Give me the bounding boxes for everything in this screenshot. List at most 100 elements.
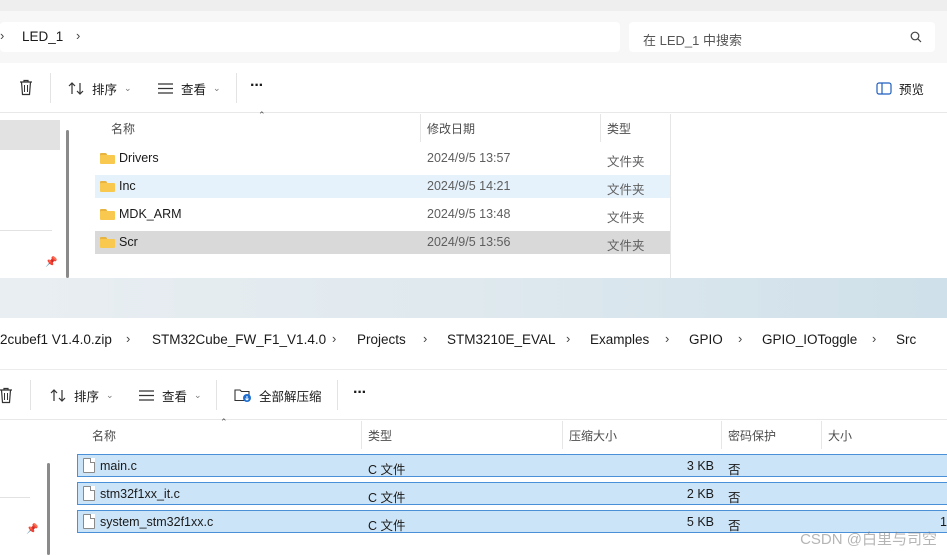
file-row-drivers[interactable]: Drivers 2024/9/5 13:57 文件夹 (95, 147, 670, 170)
file-type: 文件夹 (607, 239, 645, 253)
extract-icon (234, 389, 251, 402)
sort-button[interactable]: 排序 ⌄ (50, 382, 114, 408)
file-password-protected: 否 (728, 463, 741, 477)
file-name: Drivers (119, 151, 159, 165)
breadcrumb-led1[interactable]: LED_1 (22, 29, 63, 44)
address-bar: 2cubef1 V1.4.0.zip › STM32Cube_FW_F1_V1.… (0, 318, 947, 370)
toolbar-separator (216, 380, 217, 410)
breadcrumb-chevron-icon[interactable]: › (665, 331, 669, 346)
nav-scrollbar[interactable] (47, 463, 50, 555)
search-box[interactable]: 在 LED_1 中搜索 (629, 22, 935, 52)
file-name: Inc (119, 179, 136, 193)
sort-icon (50, 388, 66, 402)
column-header-name[interactable]: 名称 (92, 427, 116, 444)
column-header-name[interactable]: 名称 (111, 120, 135, 137)
breadcrumb-chevron-icon[interactable]: › (872, 331, 876, 346)
breadcrumb-chevron-icon[interactable]: › (332, 331, 336, 346)
nav-pane: 📌 (0, 114, 72, 278)
more-button[interactable]: ··· (250, 77, 264, 95)
pin-icon[interactable]: 📌 (45, 257, 57, 268)
search-icon[interactable] (910, 31, 922, 43)
file-name: MDK_ARM (119, 207, 182, 221)
breadcrumb-gpio-iotoggle[interactable]: GPIO_IOToggle (762, 332, 857, 347)
column-divider[interactable] (361, 421, 362, 449)
c-file-icon (83, 486, 95, 501)
nav-scrollbar[interactable] (66, 130, 69, 278)
column-divider[interactable] (562, 421, 563, 449)
breadcrumb-examples[interactable]: Examples (590, 332, 649, 347)
chevron-down-icon: ⌄ (124, 82, 132, 93)
breadcrumb-zip[interactable]: 2cubef1 V1.4.0.zip (0, 332, 112, 347)
file-password-protected: 否 (728, 491, 741, 505)
toolbar-separator (50, 73, 51, 103)
bottom-window-titlebar (0, 278, 947, 318)
column-divider[interactable] (600, 114, 601, 142)
breadcrumb-stm32cube[interactable]: STM32Cube_FW_F1_V1.4.0 (152, 332, 326, 347)
column-header-type[interactable]: 类型 (368, 427, 392, 444)
breadcrumb-projects[interactable]: Projects (357, 332, 406, 347)
address-box[interactable]: › LED_1 › (0, 22, 620, 52)
breadcrumb-chevron-icon[interactable]: › (566, 331, 570, 346)
column-header-size[interactable]: 大小 (828, 427, 852, 444)
file-compressed-size: 2 KB (686, 487, 714, 501)
nav-pane: 📌 (0, 421, 55, 555)
zip-row-stm32f1xx-it-c[interactable]: stm32f1xx_it.c C 文件 2 KB 否 (77, 482, 947, 505)
file-size: 1 (940, 515, 947, 529)
sort-ascending-icon: ⌃ (258, 110, 266, 120)
toolbar-separator (337, 380, 338, 410)
preview-button[interactable]: 预览 (876, 75, 924, 101)
file-modified: 2024/9/5 13:56 (427, 235, 511, 249)
pin-icon[interactable]: 📌 (26, 524, 38, 535)
column-header-password-protected[interactable]: 密码保护 (728, 427, 776, 444)
toolbar: 排序 ⌄ 查看 ⌄ 全部解压缩 ··· (0, 370, 947, 420)
nav-selected-item[interactable] (0, 120, 60, 150)
column-header-type[interactable]: 类型 (607, 120, 631, 137)
file-row-scr[interactable]: Scr 2024/9/5 13:56 文件夹 (95, 231, 670, 254)
sort-label: 排序 (92, 82, 118, 97)
column-divider[interactable] (670, 114, 671, 278)
sort-button[interactable]: 排序 ⌄ (68, 75, 132, 101)
file-type: 文件夹 (607, 183, 645, 197)
view-label: 查看 (181, 82, 207, 97)
column-divider[interactable] (420, 114, 421, 142)
file-type: C 文件 (368, 491, 406, 505)
file-password-protected: 否 (728, 519, 741, 533)
column-header-modified[interactable]: 修改日期 (427, 120, 475, 137)
breadcrumb-chevron-icon[interactable]: › (126, 331, 130, 346)
column-divider[interactable] (821, 421, 822, 449)
preview-pane-icon (876, 81, 892, 95)
breadcrumb-src[interactable]: Src (896, 332, 916, 347)
folder-icon (100, 209, 115, 220)
breadcrumb-chevron-icon[interactable]: › (738, 331, 742, 346)
breadcrumb-chevron-icon[interactable]: › (76, 28, 80, 43)
zip-row-main-c[interactable]: main.c C 文件 3 KB 否 (77, 454, 947, 477)
breadcrumb-chevron-icon[interactable]: › (423, 331, 427, 346)
breadcrumb-prev-chevron-icon[interactable]: › (0, 28, 4, 43)
file-row-mdk-arm[interactable]: MDK_ARM 2024/9/5 13:48 文件夹 (95, 203, 670, 226)
folder-icon (100, 237, 115, 248)
file-type: 文件夹 (607, 155, 645, 169)
breadcrumb-gpio[interactable]: GPIO (689, 332, 723, 347)
column-divider[interactable] (721, 421, 722, 449)
file-name: system_stm32f1xx.c (100, 515, 214, 529)
sort-label: 排序 (74, 389, 100, 404)
view-button[interactable]: 查看 ⌄ (157, 75, 221, 101)
folder-icon (100, 153, 115, 164)
delete-icon[interactable] (18, 79, 34, 96)
breadcrumb-eval[interactable]: STM3210E_EVAL (447, 332, 556, 347)
file-name: main.c (100, 459, 137, 473)
file-name: stm32f1xx_it.c (100, 487, 180, 501)
column-header-compressed-size[interactable]: 压缩大小 (569, 427, 617, 444)
sort-icon (68, 81, 84, 95)
chevron-down-icon: ⌄ (194, 389, 202, 400)
view-button[interactable]: 查看 ⌄ (138, 382, 202, 408)
extract-all-button[interactable]: 全部解压缩 (234, 382, 322, 408)
file-name: Scr (119, 235, 138, 249)
more-button[interactable]: ··· (353, 384, 367, 402)
delete-icon[interactable] (0, 387, 14, 404)
toolbar-separator (30, 380, 31, 410)
search-input[interactable]: 在 LED_1 中搜索 (643, 30, 742, 49)
file-row-inc[interactable]: Inc 2024/9/5 14:21 文件夹 (95, 175, 670, 198)
view-icon (158, 82, 173, 94)
nav-divider (0, 230, 52, 231)
